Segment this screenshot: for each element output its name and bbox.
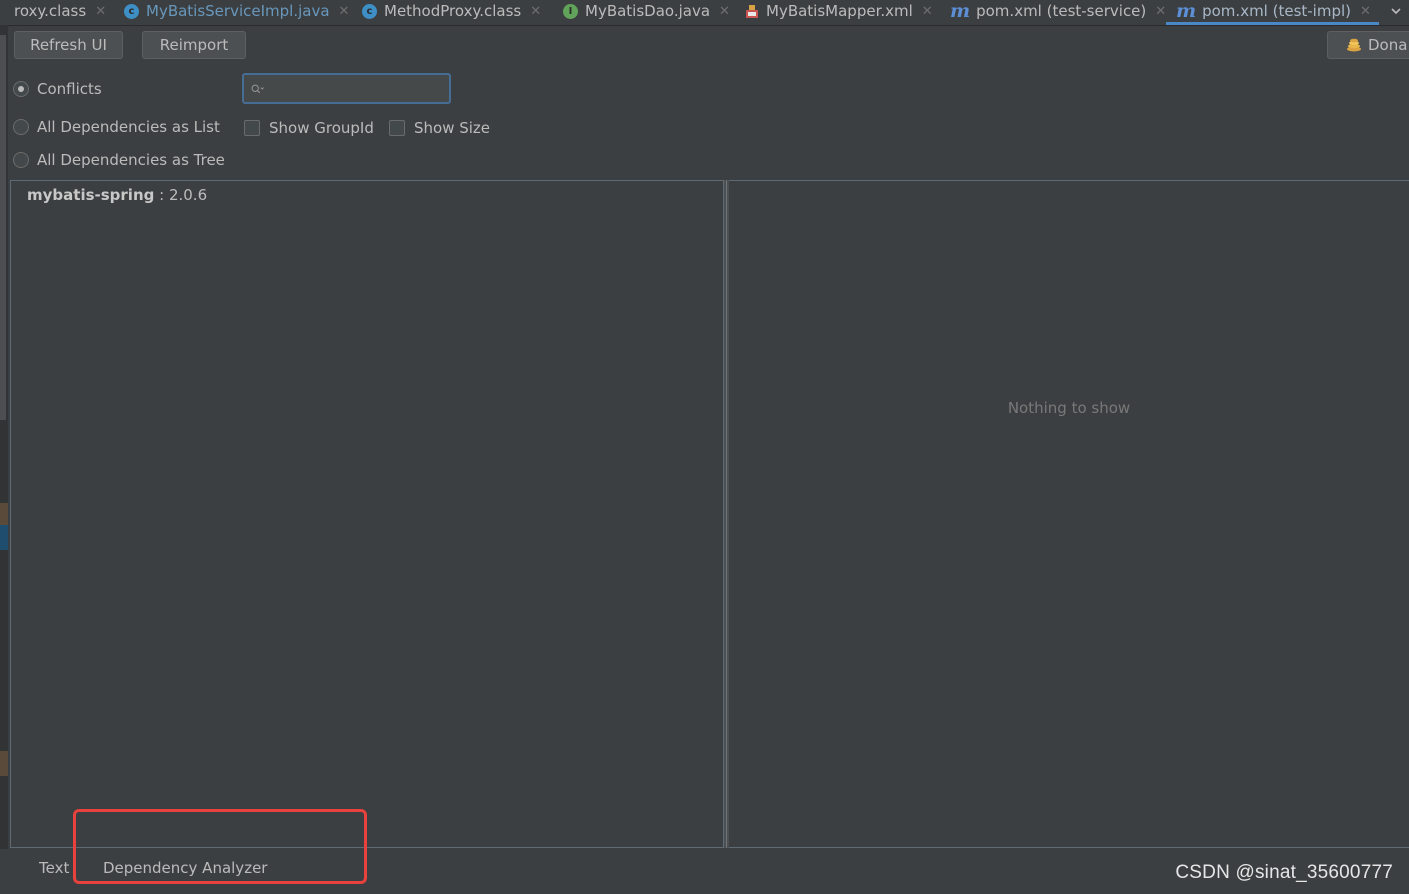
search-field[interactable] xyxy=(242,73,451,104)
tab-pom-test-service[interactable]: m pom.xml (test-service) ✕ xyxy=(950,0,1166,22)
active-tab-indicator xyxy=(86,881,278,884)
scrollbar-thumb[interactable] xyxy=(0,35,6,420)
tab-label: MyBatisDao.java xyxy=(585,2,711,20)
conflicts-label: Conflicts xyxy=(37,80,102,98)
checkbox-box[interactable] xyxy=(389,120,405,136)
dependency-analyzer-window: roxy.class ✕ c MyBatisServiceImpl.java ✕… xyxy=(0,0,1409,894)
tab-label: MyBatisMapper.xml xyxy=(766,2,913,20)
tree-label: All Dependencies as Tree xyxy=(37,151,225,169)
class-icon: c xyxy=(124,3,139,19)
all-dependencies-list-radio[interactable]: All Dependencies as List xyxy=(13,118,220,136)
donate-label: Dona xyxy=(1368,36,1408,54)
tab-label: pom.xml (test-impl) xyxy=(1202,2,1352,20)
refresh-ui-button[interactable]: Refresh UI xyxy=(14,31,123,59)
close-icon[interactable]: ✕ xyxy=(95,4,106,19)
editor-gutter xyxy=(0,25,8,894)
reimport-button[interactable]: Reimport xyxy=(142,31,246,59)
show-size-label: Show Size xyxy=(414,119,491,137)
maven-icon: m xyxy=(1176,0,1197,22)
gutter-marker xyxy=(0,503,8,525)
splitter-line xyxy=(726,180,727,848)
radio-dot xyxy=(18,86,24,92)
artifact-version: : 2.0.6 xyxy=(154,186,208,204)
close-icon[interactable]: ✕ xyxy=(1155,4,1166,19)
list-item[interactable]: mybatis-spring : 2.0.6 xyxy=(27,186,207,204)
tab-mybatis-mapper[interactable]: MyBatisMapper.xml ✕ xyxy=(744,0,933,22)
empty-state-text: Nothing to show xyxy=(1007,399,1131,417)
tab-label: roxy.class xyxy=(14,2,87,20)
tab-label: pom.xml (test-service) xyxy=(976,2,1147,20)
tab-pom-test-impl[interactable]: m pom.xml (test-impl) ✕ xyxy=(1166,0,1379,25)
radio-indicator[interactable] xyxy=(13,119,29,135)
conflicts-radio[interactable]: Conflicts xyxy=(13,80,102,98)
show-groupid-checkbox[interactable]: Show GroupId xyxy=(244,119,374,137)
close-icon[interactable]: ✕ xyxy=(1360,4,1371,19)
tab-method-proxy[interactable]: c MethodProxy.class ✕ xyxy=(362,0,541,22)
gutter-marker xyxy=(0,751,8,776)
artifact-id: mybatis-spring xyxy=(27,186,155,204)
dependency-tree-panel: Nothing to show xyxy=(729,180,1409,848)
tab-proxy-class[interactable]: roxy.class ✕ xyxy=(14,0,106,22)
class-icon: c xyxy=(362,3,377,19)
tab-label: MethodProxy.class xyxy=(384,2,522,20)
watermark-text: CSDN @sinat_35600777 xyxy=(1175,862,1393,883)
show-groupid-label: Show GroupId xyxy=(269,119,374,137)
checkbox-box[interactable] xyxy=(244,120,260,136)
list-label: All Dependencies as List xyxy=(37,118,220,136)
chevron-down-icon[interactable] xyxy=(1391,6,1401,16)
tab-text[interactable]: Text xyxy=(39,859,69,877)
tab-dependency-analyzer[interactable]: Dependency Analyzer xyxy=(103,859,267,877)
search-input[interactable] xyxy=(271,75,449,102)
close-icon[interactable]: ✕ xyxy=(719,4,730,19)
gutter-marker xyxy=(0,525,8,550)
radio-indicator[interactable] xyxy=(13,152,29,168)
close-icon[interactable]: ✕ xyxy=(922,4,933,19)
radio-indicator[interactable] xyxy=(13,81,29,97)
tab-label: MyBatisServiceImpl.java xyxy=(146,2,330,20)
editor-tab-bar: roxy.class ✕ c MyBatisServiceImpl.java ✕… xyxy=(0,0,1409,26)
coins-icon xyxy=(1346,38,1362,52)
close-icon[interactable]: ✕ xyxy=(339,4,350,19)
maven-icon: m xyxy=(950,0,971,22)
tab-mybatis-service-impl[interactable]: c MyBatisServiceImpl.java ✕ xyxy=(124,0,349,22)
interface-icon: I xyxy=(563,3,578,19)
show-size-checkbox[interactable]: Show Size xyxy=(389,119,490,137)
conflicts-list-panel: mybatis-spring : 2.0.6 xyxy=(10,180,724,848)
xml-icon xyxy=(744,3,760,19)
all-dependencies-tree-radio[interactable]: All Dependencies as Tree xyxy=(13,151,225,169)
donate-button[interactable]: Dona xyxy=(1327,31,1409,59)
tab-mybatis-dao[interactable]: I MyBatisDao.java ✕ xyxy=(563,0,730,22)
close-icon[interactable]: ✕ xyxy=(530,4,541,19)
search-icon[interactable] xyxy=(251,82,265,96)
